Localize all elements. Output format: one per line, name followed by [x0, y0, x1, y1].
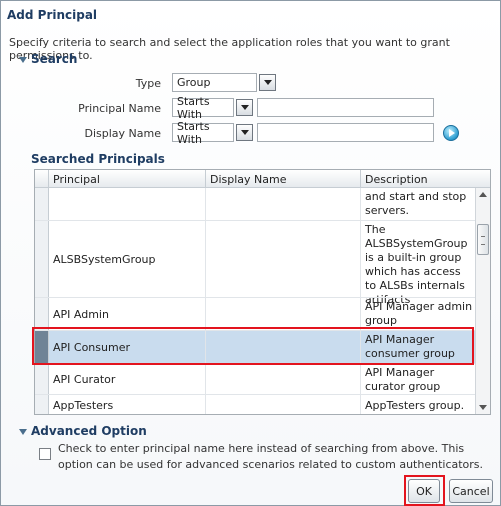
ok-button[interactable]: OK [408, 479, 440, 503]
advanced-option-label: Check to enter principal name here inste… [58, 442, 484, 471]
table-row[interactable]: ALSBSystemGroup The ALSBSystemGroup is a… [35, 221, 475, 306]
column-description[interactable]: Description [361, 170, 490, 188]
principal-cell: ALSBSystemGroup [49, 221, 206, 297]
table-row[interactable]: API Curator API Manager curator group [35, 364, 475, 394]
principal-cell: API Curator [49, 364, 206, 394]
display-name-cell [206, 298, 361, 330]
display-name-cell [206, 221, 361, 297]
type-dropdown-button[interactable] [259, 74, 276, 91]
display-name-operator-value: Starts With [177, 119, 210, 146]
principal-cell [49, 188, 206, 220]
table-row[interactable]: and start and stop servers. [35, 188, 475, 220]
display-name-operator-dropdown[interactable] [236, 124, 253, 141]
display-name-cell [206, 364, 361, 394]
dialog-title: Add Principal [7, 8, 98, 22]
cancel-button[interactable]: Cancel [449, 479, 493, 503]
table-vertical-scrollbar[interactable] [475, 188, 490, 414]
advanced-option-checkbox[interactable] [39, 448, 51, 460]
description-cell: The ALSBSystemGroup is a built-in group … [365, 223, 468, 306]
search-section-header[interactable]: Search [19, 52, 77, 66]
advanced-option-title: Advanced Option [31, 424, 147, 438]
table-row-selected[interactable]: API Consumer API Manager consumer group [35, 331, 475, 363]
scroll-thumb[interactable] [477, 224, 489, 255]
principal-cell: API Consumer [49, 331, 206, 363]
dialog-instructions: Specify criteria to search and select th… [9, 36, 450, 62]
principal-name-operator-select[interactable]: Starts With [172, 95, 234, 121]
row-selector[interactable] [35, 188, 49, 220]
display-name-cell [206, 331, 361, 363]
row-header-column [35, 170, 49, 188]
principal-name-input[interactable] [257, 98, 434, 117]
display-name-operator-select[interactable]: Starts With [172, 120, 234, 146]
table-header: Principal Display Name Description [35, 170, 490, 188]
type-label: Type [135, 77, 161, 90]
description-cell: and start and stop servers. [365, 190, 467, 217]
type-select-value: Group [177, 76, 211, 89]
principal-cell: API Admin [49, 298, 206, 330]
triangle-down-icon [19, 57, 27, 63]
chevron-down-icon [240, 105, 249, 110]
column-display-name[interactable]: Display Name [206, 170, 361, 188]
row-selector[interactable] [35, 395, 49, 414]
go-arrow-icon[interactable] [443, 125, 459, 141]
row-selector[interactable] [35, 364, 49, 394]
scroll-up-icon[interactable] [479, 192, 487, 197]
principal-cell: AppTesters [49, 395, 206, 414]
chevron-down-icon [263, 80, 272, 85]
row-selector[interactable] [35, 221, 49, 297]
table-row[interactable]: API Admin API Manager admin group [35, 298, 475, 330]
display-name-cell [206, 188, 361, 220]
display-name-label: Display Name [84, 127, 162, 140]
display-name-input[interactable] [257, 123, 434, 142]
search-section-title: Search [31, 52, 78, 66]
row-selector[interactable] [35, 298, 49, 330]
searched-principals-header: Searched Principals [31, 152, 165, 166]
chevron-down-icon [240, 130, 249, 135]
description-cell: API Manager admin group [365, 300, 473, 327]
description-cell: API Manager curator group [365, 366, 441, 393]
table-row[interactable]: AppTesters AppTesters group. [35, 395, 475, 414]
description-cell: API Manager consumer group [365, 333, 455, 360]
advanced-option-header[interactable]: Advanced Option [19, 424, 147, 438]
column-principal[interactable]: Principal [49, 170, 206, 188]
principals-table: Principal Display Name Description and s… [34, 169, 491, 415]
scroll-down-icon[interactable] [479, 405, 487, 410]
principal-name-operator-dropdown[interactable] [236, 99, 253, 116]
principal-name-label: Principal Name [78, 102, 161, 115]
type-select[interactable]: Group [172, 73, 257, 92]
principal-name-operator-value: Starts With [177, 94, 210, 121]
add-principal-dialog: Add Principal Specify criteria to search… [0, 0, 501, 506]
description-cell: AppTesters group. [365, 398, 465, 412]
row-selector[interactable] [35, 331, 49, 363]
triangle-down-icon [19, 429, 27, 435]
display-name-cell [206, 395, 361, 414]
